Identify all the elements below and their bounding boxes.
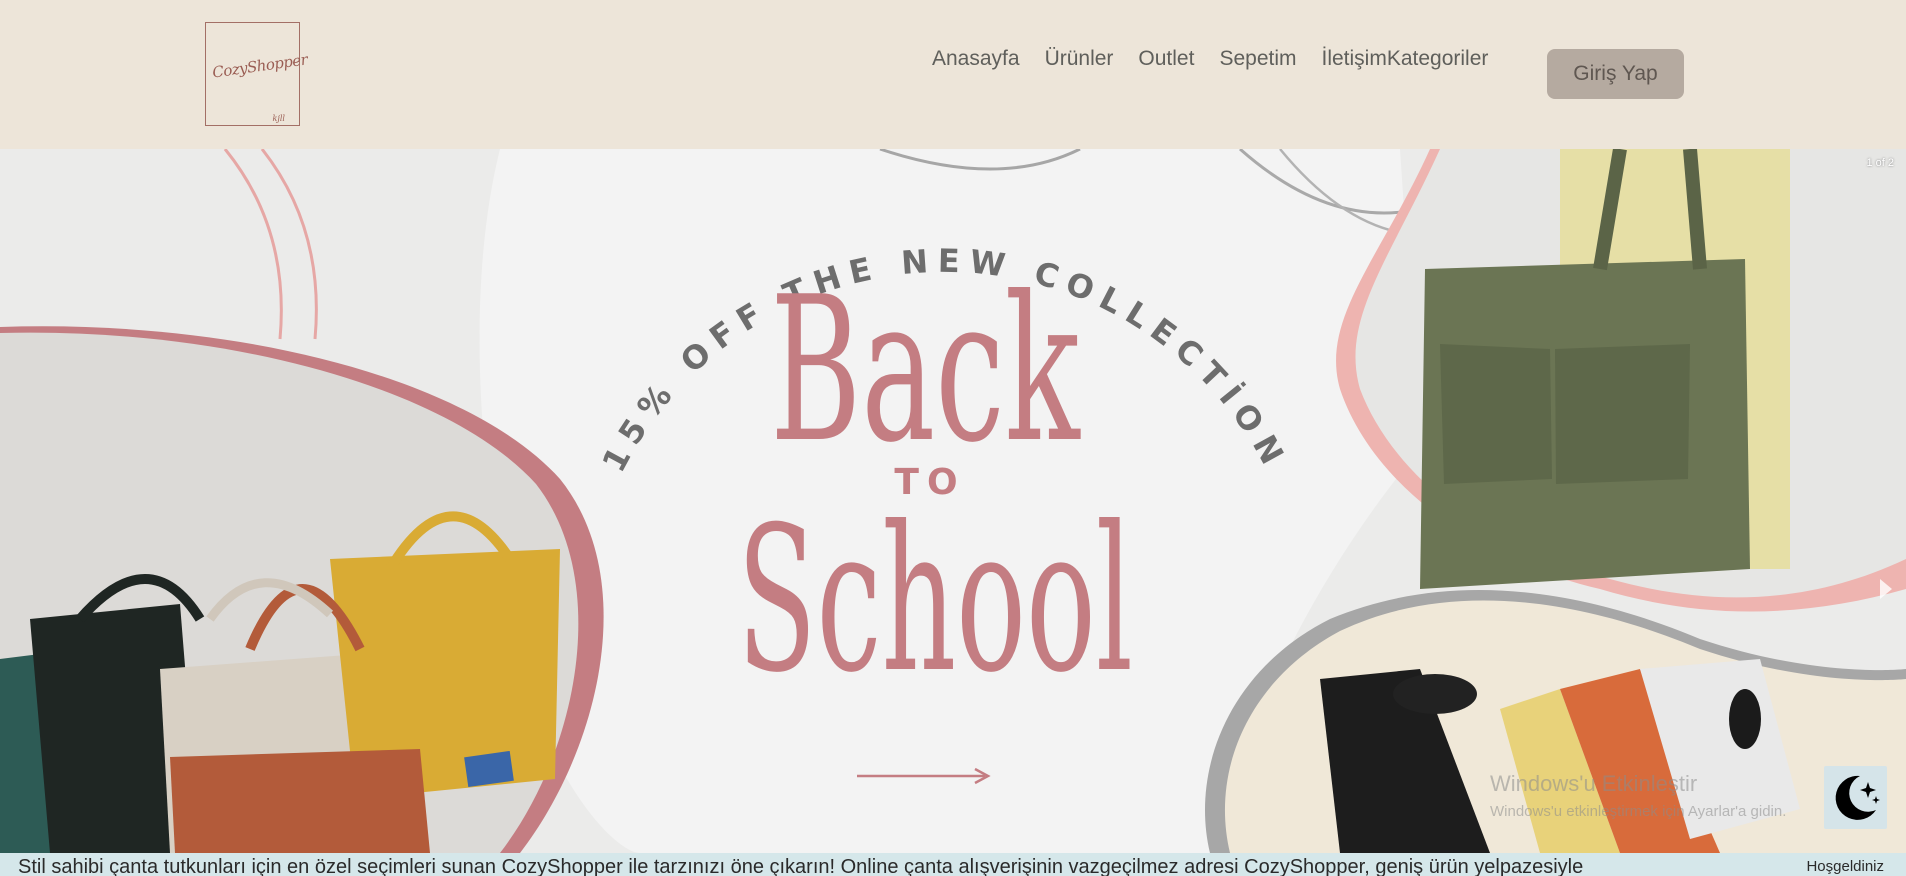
logo-text: CozyShopper [211,50,309,82]
slide-counter: 1 of 2 [1866,157,1894,169]
ticker-message: Stil sahibi çanta tutkunları için en öze… [18,856,1584,876]
hero-banner-graphic: 15% OFF THE NEW COLLECTİON Back TO Schoo… [0,149,1906,853]
windows-activation-watermark: Windows'u Etkinleştir Windows'u etkinleş… [1490,771,1786,820]
nav-item-anasayfa[interactable]: Anasayfa [932,47,1020,71]
nav-item-outlet[interactable]: Outlet [1138,47,1194,71]
hero-slider: 15% OFF THE NEW COLLECTİON Back TO Schoo… [0,149,1906,853]
announcement-ticker: Stil sahibi çanta tutkunları için en öze… [0,853,1906,876]
moon-stars-icon [1835,775,1880,820]
nav-item-sepetim[interactable]: Sepetim [1219,47,1296,71]
watermark-line2: Windows'u etkinleştirmek için Ayarlar'a … [1490,803,1787,820]
next-slide-arrow-icon[interactable] [1880,579,1892,599]
login-button[interactable]: Giriş Yap [1547,49,1684,99]
dark-mode-toggle[interactable] [1824,766,1887,829]
nav-item-iletisim[interactable]: İletişim [1322,47,1387,71]
nav-item-urunler[interactable]: Ürünler [1045,47,1114,71]
welcome-label: Hoşgeldiniz [1792,853,1906,876]
main-nav: Anasayfa Ürünler Outlet Sepetim İletişim… [932,47,1488,71]
hero-title-school: School [737,483,1133,717]
watermark-line1: Windows'u Etkinleştir [1490,771,1698,796]
logo-subtext: kjll [272,114,285,123]
site-header: CozyShopper kjll Anasayfa Ürünler Outlet… [0,0,1906,149]
nav-item-kategoriler[interactable]: Kategoriler [1387,47,1489,71]
cozyshopper-logo[interactable]: CozyShopper kjll [205,22,308,126]
hero-title-back: Back [770,255,1080,487]
